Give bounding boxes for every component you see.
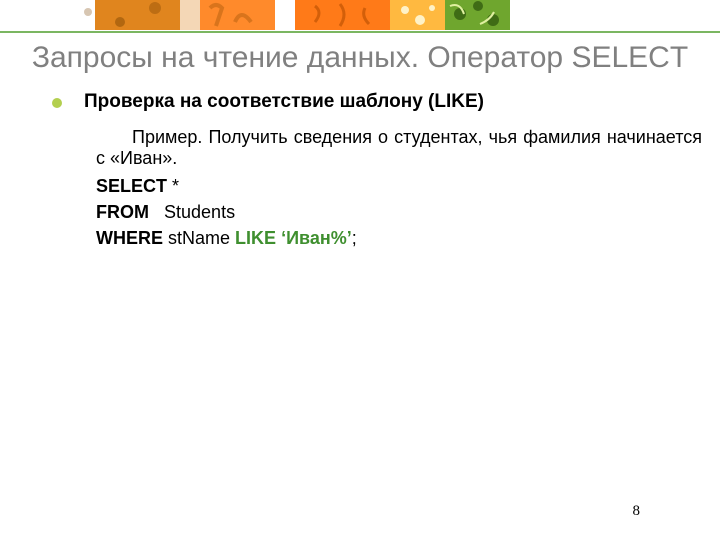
example-block: Пример. Получить сведения о студентах, ч… <box>96 127 702 169</box>
example-text: Пример. Получить сведения о студентах, ч… <box>96 127 702 169</box>
where-column: stName <box>168 228 230 248</box>
like-pattern: ‘Иван%’ <box>281 228 352 248</box>
from-keyword: FROM <box>96 202 149 222</box>
slide-body: Проверка на соответствие шаблону (LIKE) … <box>96 91 702 251</box>
sql-snippet: SELECT * FROM Students WHERE stName LIKE… <box>96 173 702 251</box>
slide-title: Запросы на чтение данных. Оператор SELEC… <box>13 39 708 77</box>
select-keyword: SELECT <box>96 176 167 196</box>
bullet-icon <box>52 98 62 108</box>
sql-where-line: WHERE stName LIKE ‘Иван%’; <box>96 225 702 251</box>
select-columns: * <box>172 176 179 196</box>
from-table: Students <box>164 202 235 222</box>
bullet-heading-row: Проверка на соответствие шаблону (LIKE) <box>52 91 702 113</box>
like-keyword: LIKE <box>235 228 276 248</box>
sql-from-line: FROM Students <box>96 199 702 225</box>
section-heading: Проверка на соответствие шаблону (LIKE) <box>84 91 484 113</box>
header-rule <box>0 31 720 33</box>
where-keyword: WHERE <box>96 228 163 248</box>
page-number: 8 <box>633 503 641 520</box>
banner-art <box>0 0 720 30</box>
sql-select-line: SELECT * <box>96 173 702 199</box>
sql-terminator: ; <box>352 228 357 248</box>
banner-strip <box>0 0 720 30</box>
